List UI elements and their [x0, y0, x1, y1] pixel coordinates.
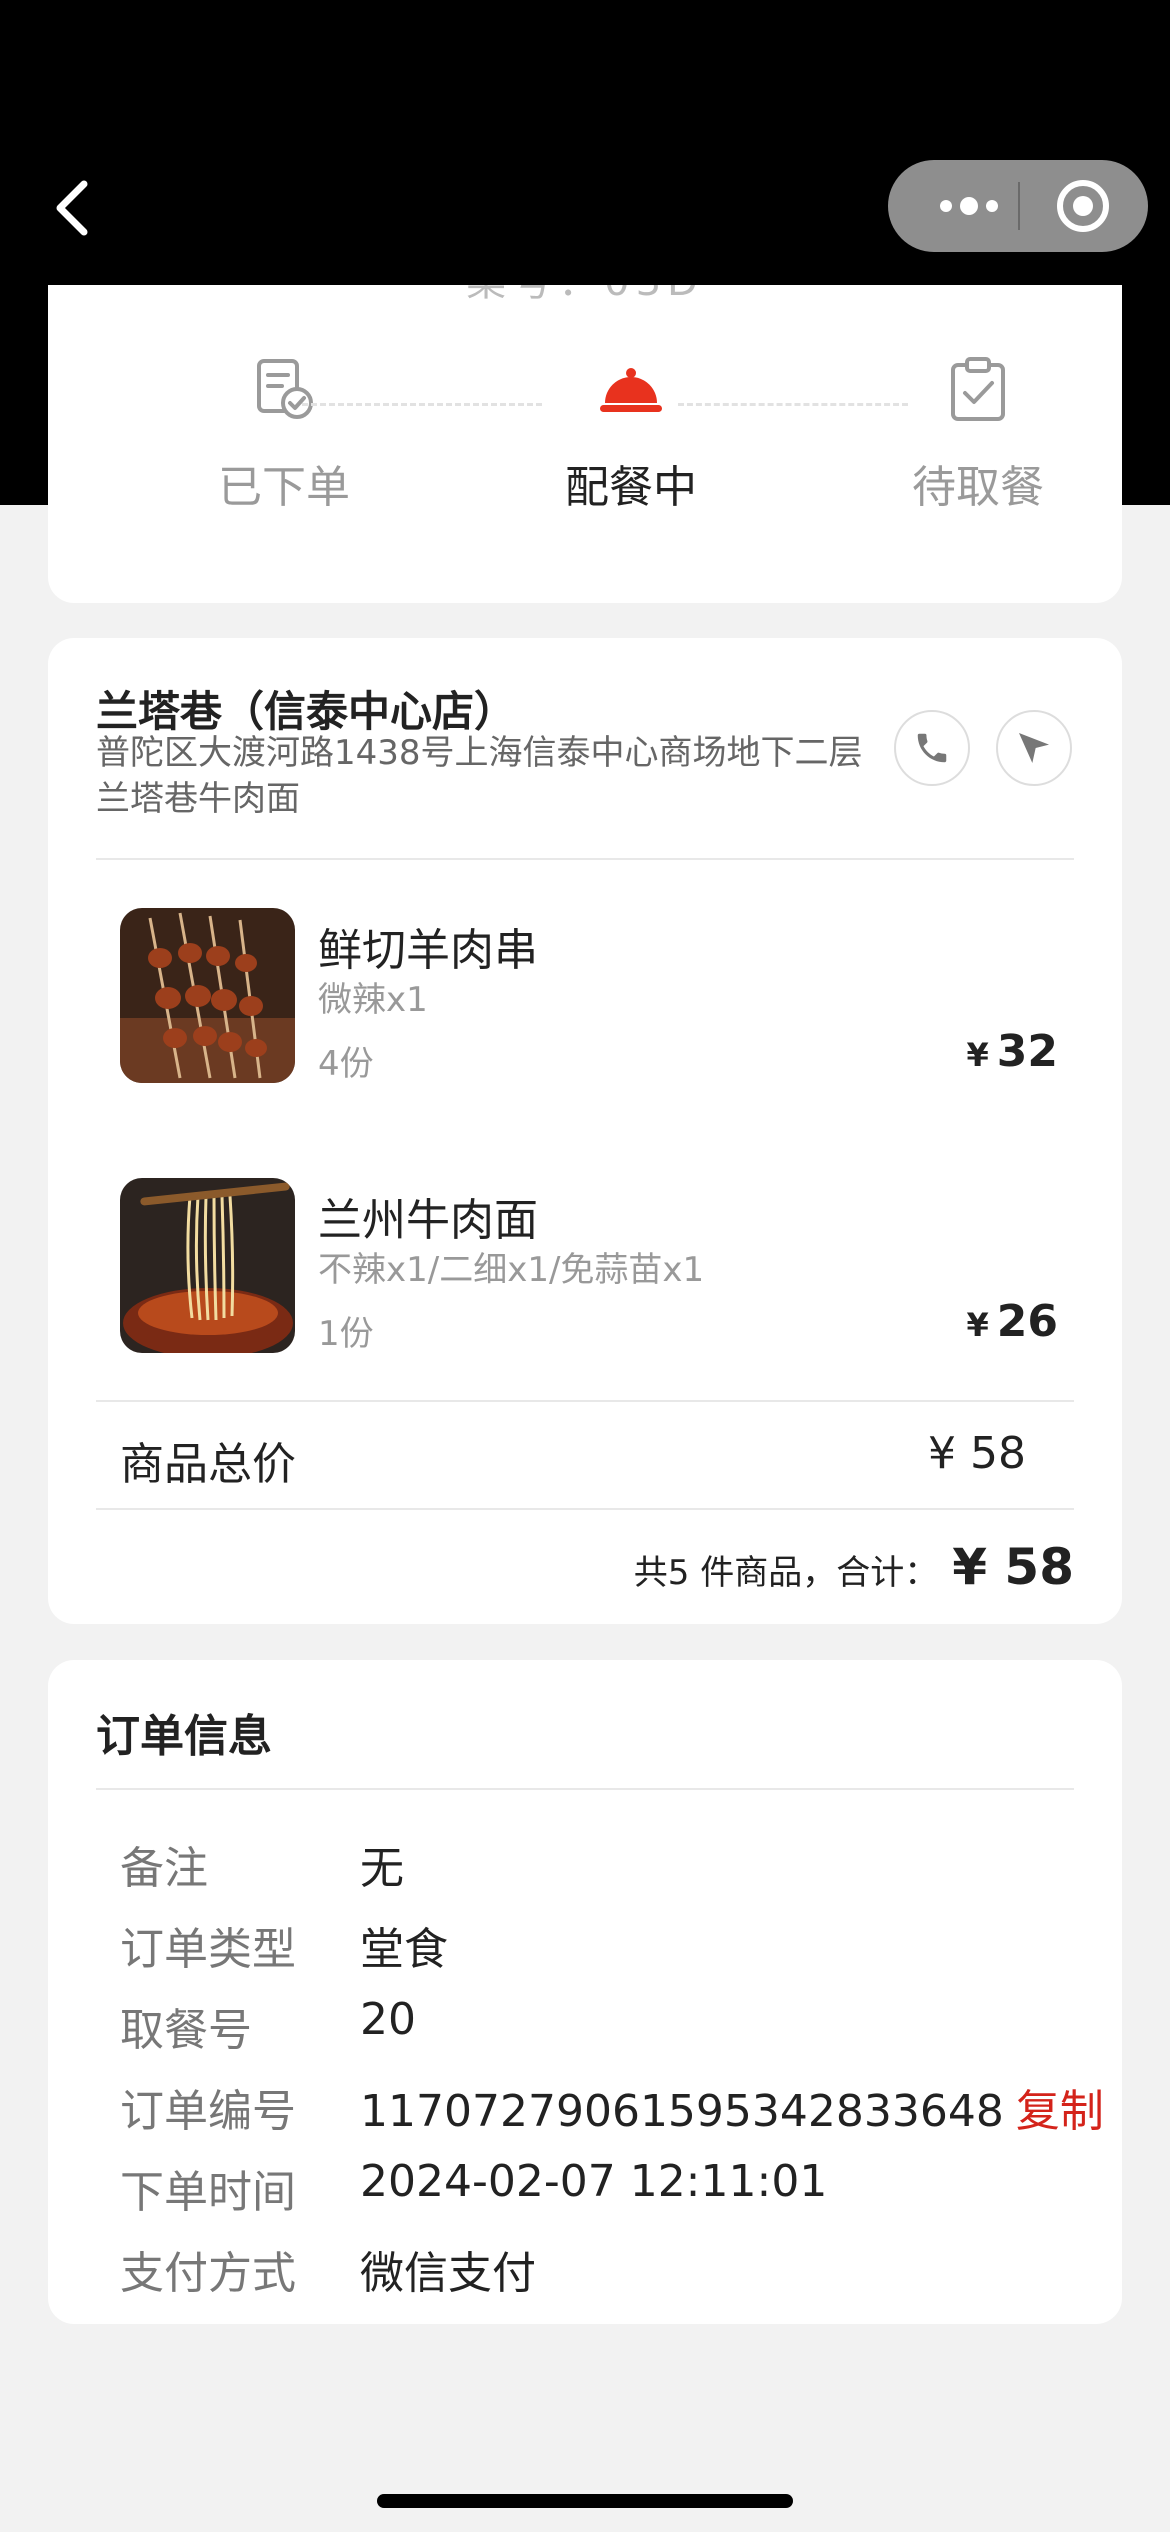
- price-value: 32: [996, 1026, 1058, 1077]
- capsule-divider: [1018, 182, 1020, 230]
- order-total: 共5 件商品，合计： ¥ 58: [634, 1538, 1074, 1596]
- item-spec: 不辣x1/二细x1/免蒜苗x1: [318, 1250, 705, 1290]
- info-value: 无: [360, 1843, 404, 1894]
- call-store-button[interactable]: [894, 710, 970, 786]
- more-dots-icon[interactable]: [924, 160, 1014, 252]
- price-value: 26: [996, 1296, 1058, 1347]
- info-key: 订单类型: [120, 1924, 296, 1975]
- order-info-title: 订单信息: [96, 1711, 272, 1762]
- list-item: 兰州牛肉面 不辣x1/二细x1/免蒜苗x1 1份 ¥26: [120, 1178, 1059, 1354]
- info-value: 微信支付: [360, 2248, 536, 2299]
- order-info-card: 订单信息 备注 无 订单类型 堂食 取餐号 20 订单编号 1170727906…: [48, 1660, 1122, 2324]
- step-order-placed: 已下单: [154, 355, 414, 515]
- table-number-peek: 桌号：03D: [48, 285, 1122, 307]
- divider: [96, 1508, 1074, 1510]
- info-value: 20: [360, 1994, 416, 2045]
- info-key: 备注: [120, 1843, 208, 1894]
- info-value: 2024-02-07 12:11:01: [360, 2156, 828, 2207]
- item-name: 兰州牛肉面: [318, 1195, 538, 1246]
- info-value: 堂食: [360, 1924, 448, 1975]
- item-price: ¥26: [967, 1296, 1059, 1347]
- home-indicator: [377, 2494, 793, 2508]
- info-key: 支付方式: [120, 2248, 296, 2299]
- info-value: 1170727906159534283364​8 复制: [360, 2075, 1104, 2139]
- order-number-value: 1170727906159534283364​8: [360, 2086, 1004, 2137]
- store-order-card: 兰塔巷（信泰中心店） 普陀区大渡河路1438号上海信泰中心商场地下二层兰塔巷牛肉…: [48, 638, 1122, 1624]
- info-key: 取餐号: [120, 2005, 252, 2056]
- step-label: 待取餐: [912, 462, 1044, 513]
- info-key: 订单编号: [120, 2086, 296, 2137]
- divider: [96, 1400, 1074, 1402]
- subtotal-label: 商品总价: [120, 1439, 296, 1490]
- close-target-icon[interactable]: [1054, 177, 1112, 235]
- lamb-skewers-photo: [120, 908, 295, 1083]
- item-quantity: 4份: [318, 1044, 374, 1084]
- navigate-store-button[interactable]: [996, 710, 1072, 786]
- divider: [96, 858, 1074, 860]
- beef-noodles-photo: [120, 1178, 295, 1353]
- step-label: 配餐中: [565, 462, 697, 513]
- step-awaiting-pickup: 待取餐: [848, 355, 1108, 515]
- item-quantity: 1份: [318, 1314, 374, 1354]
- info-key: 下单时间: [120, 2167, 296, 2218]
- subtotal-value: ¥ 58: [928, 1428, 1026, 1479]
- copy-order-number-button[interactable]: 复制: [1016, 2086, 1104, 2137]
- step-preparing: 配餐中: [501, 355, 761, 515]
- list-item: 鲜切羊肉串 微辣x1 4份 ¥32: [120, 908, 1059, 1084]
- total-value: ¥ 58: [952, 1538, 1074, 1596]
- phone-icon: [917, 733, 947, 763]
- divider: [96, 1788, 1074, 1790]
- clipboard-check-icon: [951, 357, 1005, 421]
- item-spec: 微辣x1: [318, 980, 428, 1020]
- currency-symbol: ¥: [966, 1036, 989, 1074]
- mini-program-capsule: [888, 160, 1148, 252]
- item-price: ¥32: [967, 1026, 1059, 1077]
- step-label: 已下单: [218, 462, 350, 513]
- navigate-icon: [1019, 733, 1049, 763]
- dish-cover-icon: [600, 368, 662, 412]
- currency-symbol: ¥: [966, 1306, 989, 1344]
- order-placed-icon: [257, 359, 313, 419]
- store-address: 普陀区大渡河路1438号上海信泰中心商场地下二层兰塔巷牛肉面: [96, 733, 863, 819]
- item-name: 鲜切羊肉串: [318, 925, 538, 976]
- item-count-text: 共5 件商品，合计：: [633, 1553, 939, 1593]
- order-status-card: 桌号：03D 已下单 配餐中 待取餐: [48, 285, 1122, 603]
- back-chevron-icon[interactable]: [50, 178, 94, 238]
